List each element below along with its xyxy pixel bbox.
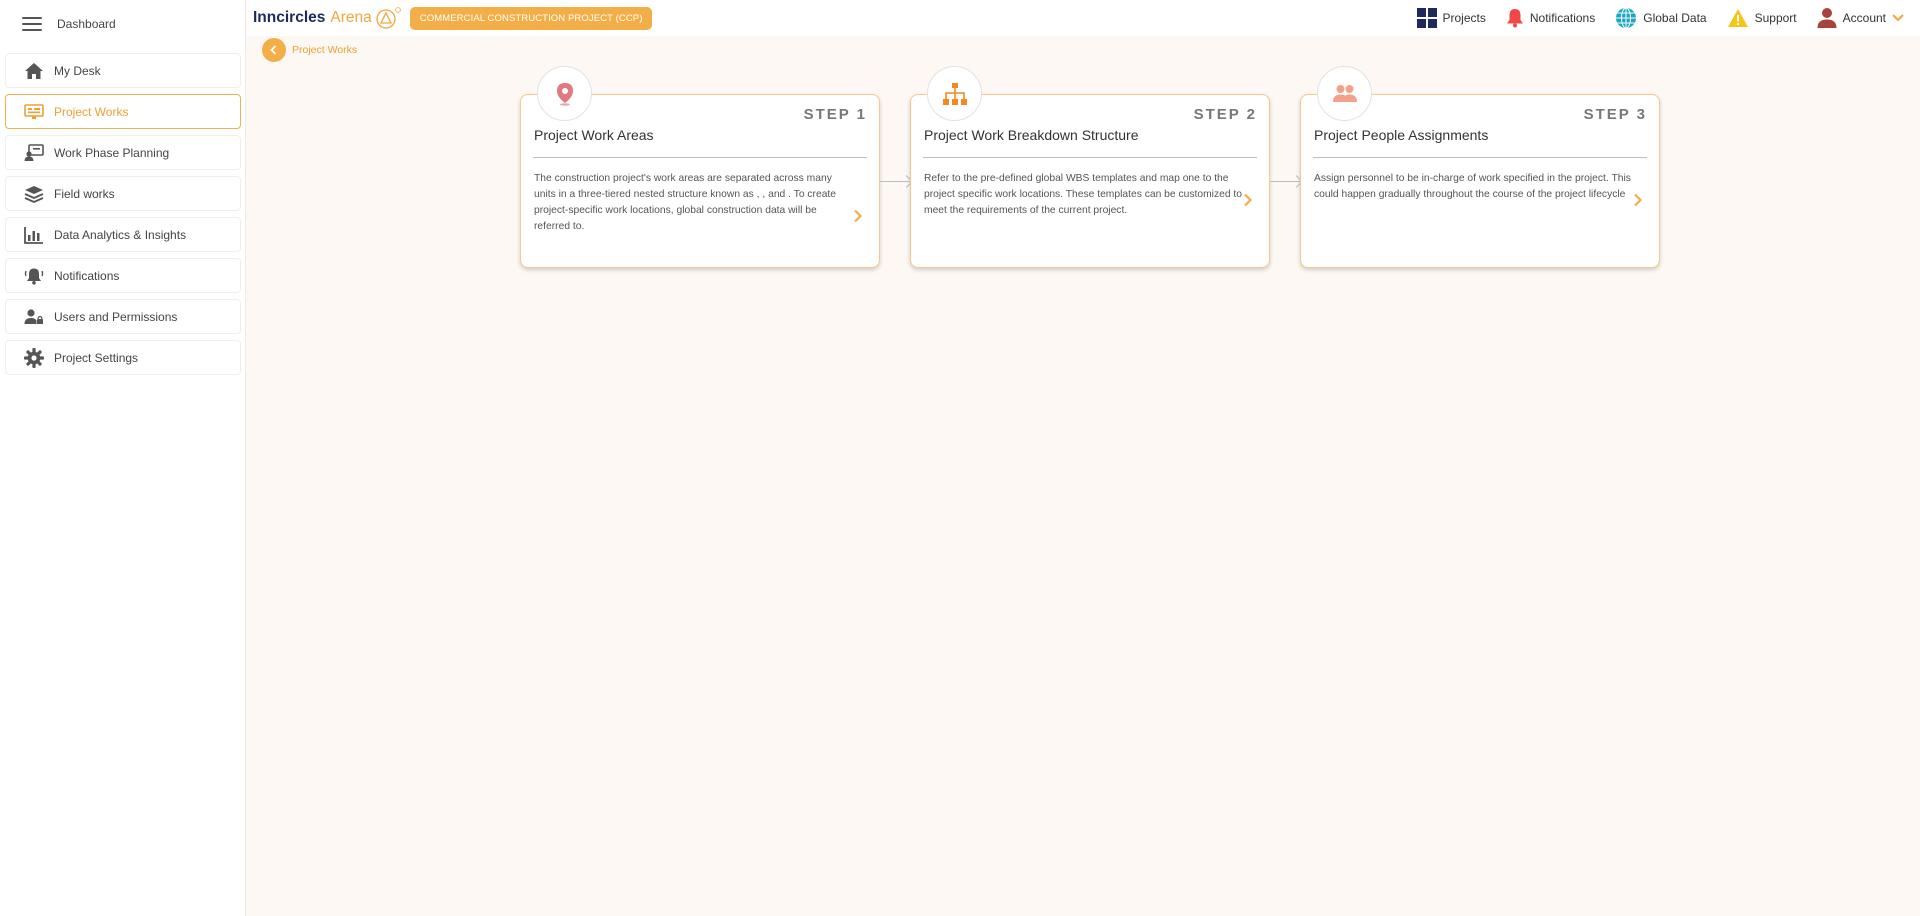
sidebar-item-label: Field works (54, 186, 115, 201)
step-connector-arrow (880, 175, 913, 188)
bell-icon (1506, 8, 1524, 28)
sidebar-item-project-settings[interactable]: Project Settings (5, 340, 241, 375)
project-works-icon (23, 101, 45, 123)
work-phase-icon (23, 142, 45, 164)
sidebar-item-work-phase-planning[interactable]: Work Phase Planning (5, 135, 241, 170)
step-title: Project Work Breakdown Structure (924, 127, 1139, 143)
nav-notifications-label: Notifications (1529, 11, 1596, 25)
divider (923, 157, 1257, 158)
breadcrumb: Project Works (262, 38, 357, 62)
step-icon-circle (927, 66, 982, 121)
nav-support[interactable]: Support (1727, 8, 1797, 28)
step-description: Refer to the pre-defined global WBS temp… (924, 173, 1243, 216)
divider (533, 157, 867, 158)
nav-account-label: Account (1842, 11, 1886, 25)
step-card-people-assignments[interactable]: STEP 3 Project People Assignments Assign… (1300, 66, 1660, 268)
bar-chart-icon (23, 224, 45, 246)
nav-projects-label: Projects (1442, 11, 1486, 25)
divider (1313, 157, 1647, 158)
sidebar-item-label: Data Analytics & Insights (54, 227, 187, 242)
sidebar-item-data-analytics[interactable]: Data Analytics & Insights (5, 217, 241, 252)
sidebar-item-label: Work Phase Planning (54, 145, 170, 160)
sidebar: Dashboard My Desk Project Works Work Pha… (0, 0, 246, 916)
chevron-right-icon[interactable] (1243, 193, 1253, 207)
step-icon-circle (537, 66, 592, 121)
hamburger-menu-icon[interactable] (22, 17, 42, 31)
chevron-left-icon (270, 45, 277, 55)
logo-text-arena: Arena (330, 9, 372, 26)
bell-icon (23, 265, 45, 287)
nav-global-data[interactable]: Global Data (1615, 7, 1707, 29)
top-nav: Projects Notifications Global Data Suppo… (1416, 0, 1920, 36)
nav-account[interactable]: Account (1817, 7, 1904, 29)
step-title: Project People Assignments (1314, 127, 1489, 143)
org-chart-icon (942, 82, 967, 105)
people-icon (1332, 84, 1357, 102)
chevron-right-icon[interactable] (1633, 193, 1643, 207)
sidebar-item-label: Project Settings (54, 350, 139, 365)
sidebar-item-label: My Desk (54, 63, 101, 78)
location-pin-icon (556, 82, 573, 106)
sidebar-item-notifications[interactable]: Notifications (5, 258, 241, 293)
sidebar-item-label: Users and Permissions (54, 309, 178, 324)
logo-mark-icon (376, 7, 402, 29)
home-icon (23, 60, 45, 82)
user-lock-icon (23, 306, 45, 328)
sidebar-item-label: Project Works (54, 104, 129, 119)
layers-icon (23, 183, 45, 205)
step-card-work-areas[interactable]: STEP 1 Project Work Areas The constructi… (520, 66, 880, 268)
chevron-down-icon (1892, 14, 1904, 22)
sidebar-item-users-permissions[interactable]: Users and Permissions (5, 299, 241, 334)
step-card-wbs[interactable]: STEP 2 Project Work Breakdown Structure … (910, 66, 1270, 268)
step-title: Project Work Areas (534, 127, 654, 143)
chevron-right-icon[interactable] (853, 209, 863, 223)
top-bar: Inncircles Arena COMMERCIAL CONSTRUCTION… (247, 0, 1920, 36)
back-button[interactable] (262, 38, 286, 62)
step-number: STEP 1 (803, 106, 867, 123)
grid-icon (1416, 8, 1437, 28)
logo-text-inncircles: Inncircles (253, 9, 326, 26)
breadcrumb-current: Project Works (292, 44, 358, 56)
step-number: STEP 3 (1583, 106, 1647, 123)
sidebar-item-label: Notifications (54, 268, 120, 283)
step-connector-arrow (1270, 175, 1303, 188)
step-description: Assign personnel to be in-charge of work… (1314, 173, 1631, 200)
nav-projects[interactable]: Projects (1416, 8, 1486, 28)
sidebar-header[interactable]: Dashboard (0, 0, 245, 48)
step-icon-circle (1317, 66, 1372, 121)
nav-support-label: Support (1754, 11, 1797, 25)
sidebar-item-my-desk[interactable]: My Desk (5, 53, 241, 88)
app-logo[interactable]: Inncircles Arena (253, 7, 402, 29)
step-description: The construction project's work areas ar… (534, 173, 837, 232)
project-selector-pill[interactable]: COMMERCIAL CONSTRUCTION PROJECT (CCP) (409, 6, 653, 30)
gear-icon (23, 347, 45, 369)
dashboard-label: Dashboard (57, 17, 116, 31)
user-icon (1817, 7, 1837, 29)
nav-notifications[interactable]: Notifications (1506, 8, 1595, 28)
sidebar-item-field-works[interactable]: Field works (5, 176, 241, 211)
nav-global-data-label: Global Data (1643, 11, 1707, 25)
warning-icon (1727, 8, 1749, 28)
globe-icon (1615, 7, 1637, 29)
step-number: STEP 2 (1193, 106, 1257, 123)
sidebar-item-project-works[interactable]: Project Works (5, 94, 241, 129)
